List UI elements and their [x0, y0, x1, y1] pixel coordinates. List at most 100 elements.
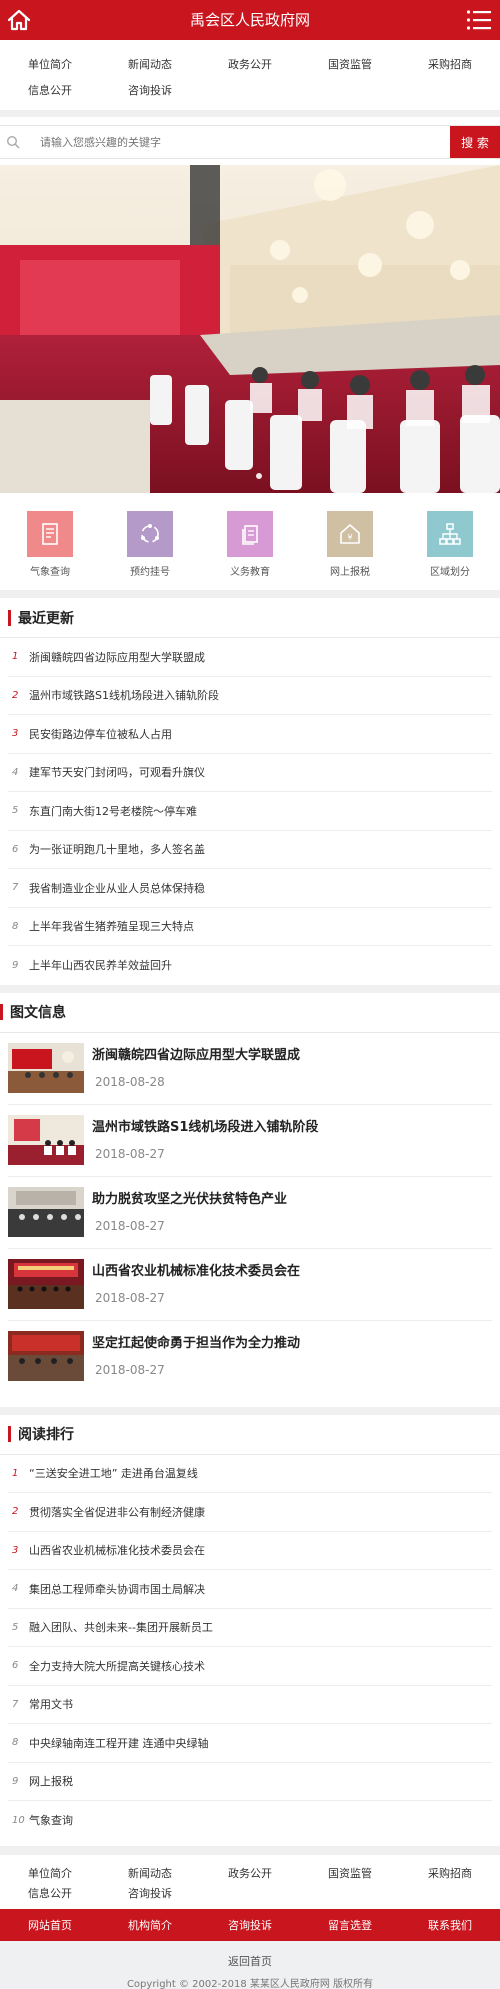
footer-contact-link[interactable]: 联系我们 [400, 1917, 500, 1933]
item-title[interactable]: 全力支持大院大所提高关键核心技术 [29, 1658, 205, 1674]
search-input[interactable] [26, 126, 450, 158]
nav-item-info[interactable]: 信息公开 [0, 82, 100, 98]
item-number: 7 [12, 882, 19, 894]
list-item[interactable]: 2 贯彻落实全省促进非公有制经济健康 [8, 1493, 492, 1532]
list-item[interactable]: 6 全力支持大院大所提高关键核心技术 [8, 1647, 492, 1686]
quick-links: 气象查询 预约挂号 义务教育 ¥ 网上报税 区域划分 [0, 493, 500, 590]
list-item[interactable]: 6 为一张证明跑几十里地，多人签名盖 [8, 831, 492, 869]
quick-link-label: 气象查询 [30, 567, 70, 578]
list-item[interactable]: 3 民安街路边停车位被私人占用 [8, 715, 492, 754]
quick-link-tax[interactable]: ¥ 网上报税 [300, 511, 400, 578]
nav-item-procurement[interactable]: 采购招商 [400, 56, 500, 72]
thumbnail [8, 1330, 84, 1381]
footer-link-intro[interactable]: 单位简介 [0, 1865, 100, 1881]
page: 禹会区人民政府网 单位简介 新闻动态 政务公开 国资监管 采购招商 信息公开 咨… [0, 0, 500, 1989]
list-item[interactable]: 4 集团总工程师牵头协调市国土局解决 [8, 1570, 492, 1609]
menu-icon[interactable] [466, 9, 492, 31]
footer-org-link[interactable]: 机构简介 [100, 1917, 200, 1933]
item-title[interactable]: 温州市域铁路S1线机场段进入铺轨阶段 [29, 687, 219, 703]
nav-item-affairs[interactable]: 政务公开 [200, 56, 300, 72]
photo-title[interactable]: 助力脱贫攻坚之光伏扶贫特色产业 [92, 1188, 287, 1207]
item-number: 9 [12, 1775, 19, 1787]
quick-link-weather[interactable]: 气象查询 [0, 511, 100, 578]
divider [0, 590, 500, 598]
item-title[interactable]: 贯彻落实全省促进非公有制经济健康 [29, 1504, 205, 1520]
nav-item-news[interactable]: 新闻动态 [100, 56, 200, 72]
carousel-dot[interactable] [256, 473, 262, 479]
search-button[interactable]: 搜 索 [450, 126, 500, 158]
item-title[interactable]: 建军节天安门封闭吗，可观看升旗仪 [29, 764, 205, 780]
list-item[interactable]: 5 融入团队、共创未来--集团开展新员工 [8, 1609, 492, 1647]
photo-item[interactable]: 温州市域铁路S1线机场段进入铺轨阶段 2018-08-27 [8, 1105, 492, 1177]
thumbnail [8, 1258, 84, 1309]
item-title[interactable]: 常用文书 [29, 1696, 73, 1712]
section-title: 图文信息 [10, 1005, 66, 1021]
quick-link-region[interactable]: 区域划分 [400, 511, 500, 578]
footer-messages-link[interactable]: 留言选登 [300, 1917, 400, 1933]
banner-carousel[interactable] [0, 165, 500, 493]
item-title[interactable]: 浙闽赣皖四省边际应用型大学联盟成 [29, 649, 205, 665]
item-number: 5 [12, 805, 19, 817]
item-title[interactable]: 民安街路边停车位被私人占用 [29, 726, 172, 742]
quick-link-label: 预约挂号 [130, 567, 170, 578]
item-title[interactable]: 融入团队、共创未来--集团开展新员工 [29, 1619, 213, 1635]
footer-complaint-link[interactable]: 咨询投诉 [200, 1917, 300, 1933]
list-item[interactable]: 4 建军节天安门封闭吗，可观看升旗仪 [8, 754, 492, 792]
section-title: 阅读排行 [18, 1427, 74, 1443]
footer-red-bar: 网站首页 机构简介 咨询投诉 留言选登 联系我们 [0, 1908, 500, 1941]
quick-link-label: 区域划分 [430, 567, 470, 578]
item-number: 4 [12, 766, 19, 778]
item-title[interactable]: 我省制造业企业从业人员总体保持稳 [29, 880, 205, 896]
item-title[interactable]: 上半年山西农民养羊效益回升 [29, 957, 172, 973]
photo-item[interactable]: 坚定扛起使命勇于担当作为全力推动 2018-08-27 [8, 1321, 492, 1393]
list-item[interactable]: 3 山西省农业机械标准化技术委员会在 [8, 1532, 492, 1570]
quick-link-label: 义务教育 [230, 567, 270, 578]
quick-link-appointment[interactable]: 预约挂号 [100, 511, 200, 578]
photo-item[interactable]: 助力脱贫攻坚之光伏扶贫特色产业 2018-08-27 [8, 1177, 492, 1249]
list-item[interactable]: 5 东直门南大街12号老楼院～停车难 [8, 792, 492, 831]
item-title[interactable]: 为一张证明跑几十里地，多人签名盖 [29, 841, 205, 857]
nav-item-assets[interactable]: 国资监管 [300, 56, 400, 72]
divider [0, 111, 500, 117]
list-item[interactable]: 2 温州市域铁路S1线机场段进入铺轨阶段 [8, 677, 492, 715]
item-number: 8 [12, 920, 19, 932]
photo-title[interactable]: 坚定扛起使命勇于担当作为全力推动 [92, 1332, 300, 1351]
item-number: 1 [12, 651, 19, 663]
list-item[interactable]: 1 “三送安全进工地” 走进甬台温复线 [8, 1455, 492, 1493]
nav-item-intro[interactable]: 单位简介 [0, 56, 100, 72]
item-title[interactable]: 上半年我省生猪养殖呈现三大特点 [29, 918, 194, 934]
footer-home-link[interactable]: 网站首页 [0, 1917, 100, 1933]
footer-link-info[interactable]: 信息公开 [0, 1885, 100, 1901]
photo-title[interactable]: 温州市域铁路S1线机场段进入铺轨阶段 [92, 1116, 318, 1135]
back-home-link[interactable]: 返回首页 [0, 1953, 500, 1969]
item-title[interactable]: 网上报税 [29, 1773, 73, 1789]
quick-link-education[interactable]: 义务教育 [200, 511, 300, 578]
footer-link-complaints[interactable]: 咨询投诉 [100, 1885, 200, 1901]
item-title[interactable]: 集团总工程师牵头协调市国土局解决 [29, 1581, 205, 1597]
item-title[interactable]: 中央绿轴南连工程开建 连通中央绿轴 [29, 1735, 209, 1751]
item-number: 10 [12, 1814, 25, 1826]
list-item[interactable]: 8 上半年我省生猪养殖呈现三大特点 [8, 908, 492, 946]
list-item[interactable]: 9 上半年山西农民养羊效益回升 [8, 946, 492, 985]
footer-link-procurement[interactable]: 采购招商 [400, 1865, 500, 1881]
footer-link-affairs[interactable]: 政务公开 [200, 1865, 300, 1881]
item-title[interactable]: 东直门南大街12号老楼院～停车难 [29, 803, 197, 819]
list-item[interactable]: 10 气象查询 [8, 1801, 492, 1840]
list-item[interactable]: 8 中央绿轴南连工程开建 连通中央绿轴 [8, 1724, 492, 1763]
item-title[interactable]: 山西省农业机械标准化技术委员会在 [29, 1542, 205, 1558]
photo-title[interactable]: 山西省农业机械标准化技术委员会在 [92, 1260, 300, 1279]
list-item[interactable]: 7 常用文书 [8, 1686, 492, 1724]
header: 禹会区人民政府网 [0, 0, 500, 40]
photo-item[interactable]: 浙闽赣皖四省边际应用型大学联盟成 2018-08-28 [8, 1033, 492, 1105]
footer-link-news[interactable]: 新闻动态 [100, 1865, 200, 1881]
list-item[interactable]: 1 浙闽赣皖四省边际应用型大学联盟成 [8, 638, 492, 677]
nav-item-complaints[interactable]: 咨询投诉 [100, 82, 200, 98]
footer-link-assets[interactable]: 国资监管 [300, 1865, 400, 1881]
item-title[interactable]: “三送安全进工地” 走进甬台温复线 [29, 1465, 198, 1481]
latest-list: 1 浙闽赣皖四省边际应用型大学联盟成 2 温州市域铁路S1线机场段进入铺轨阶段 3民… [0, 638, 500, 985]
item-title[interactable]: 气象查询 [29, 1812, 73, 1828]
list-item[interactable]: 7 我省制造业企业从业人员总体保持稳 [8, 869, 492, 908]
photo-title[interactable]: 浙闽赣皖四省边际应用型大学联盟成 [92, 1044, 300, 1063]
list-item[interactable]: 9 网上报税 [8, 1763, 492, 1801]
photo-item[interactable]: 山西省农业机械标准化技术委员会在 2018-08-27 [8, 1249, 492, 1321]
